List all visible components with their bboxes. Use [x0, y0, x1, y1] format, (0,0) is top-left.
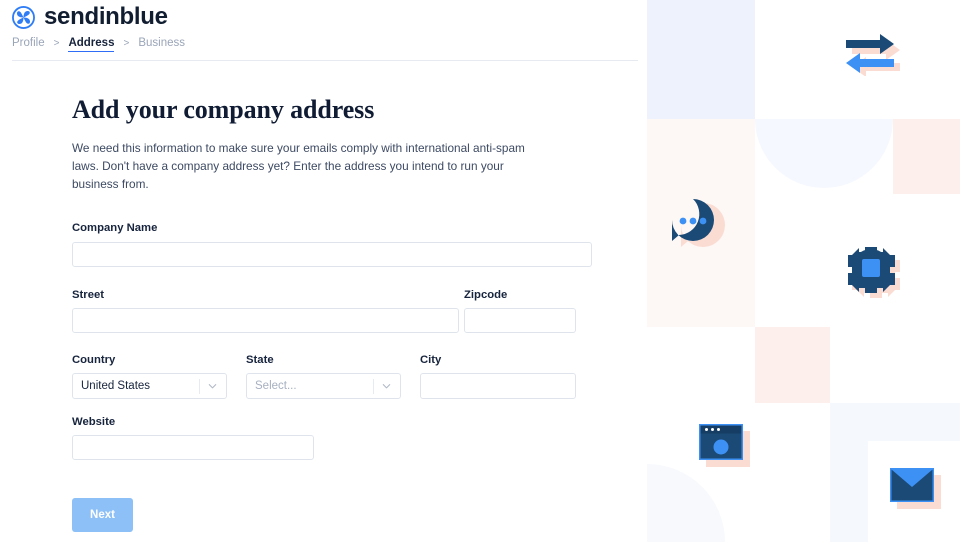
- street-label: Street: [72, 288, 105, 301]
- page-subtitle: We need this information to make sure yo…: [72, 140, 525, 192]
- breadcrumb-separator: >: [123, 38, 130, 49]
- country-label: Country: [72, 353, 116, 366]
- field-group-city: City: [420, 353, 576, 400]
- city-label: City: [420, 353, 442, 366]
- country-selected-value: United States: [81, 380, 151, 393]
- field-group-state: State Select...: [246, 353, 401, 400]
- browser-window-icon: [699, 424, 750, 467]
- page-title: Add your company address: [72, 95, 375, 124]
- address-form: Add your company address We need this in…: [72, 95, 592, 533]
- state-select[interactable]: Select...: [246, 373, 401, 400]
- field-group-zipcode: Zipcode: [464, 288, 576, 334]
- envelope-icon: [890, 468, 941, 509]
- chevron-down-icon: [382, 384, 391, 389]
- deco-square-pink-mid: [755, 327, 830, 403]
- zipcode-label: Zipcode: [464, 288, 508, 301]
- field-group-street: Street: [72, 288, 459, 334]
- deco-halfcircle-pale-blue: [755, 119, 893, 188]
- company-name-input[interactable]: [72, 241, 592, 267]
- chevron-down-icon: [208, 384, 217, 389]
- select-divider: [373, 379, 374, 395]
- state-label: State: [246, 353, 274, 366]
- field-group-country: Country United States: [72, 353, 227, 400]
- deco-quartercircle-pale-blue: [647, 464, 725, 542]
- arrows-exchange-icon: [846, 34, 900, 76]
- page-root: sendinblue Profile > Address > Business …: [0, 0, 960, 542]
- sendinblue-swirl-icon: [12, 5, 35, 29]
- select-divider: [199, 379, 200, 395]
- field-group-company-name: Company Name: [72, 222, 592, 267]
- header-divider: [12, 60, 638, 61]
- zipcode-input[interactable]: [464, 308, 576, 334]
- breadcrumb-item-business[interactable]: Business: [138, 37, 185, 49]
- website-label: Website: [72, 415, 116, 428]
- country-select[interactable]: United States: [72, 373, 227, 400]
- form-panel: sendinblue Profile > Address > Business …: [0, 0, 640, 542]
- chat-bubble-icon: [672, 199, 725, 247]
- street-input[interactable]: [72, 308, 459, 334]
- field-group-website: Website: [72, 415, 314, 461]
- brand-logo-row[interactable]: sendinblue: [12, 5, 168, 29]
- row-street-zipcode: Street Zipcode: [72, 288, 592, 338]
- breadcrumb-item-profile[interactable]: Profile: [12, 37, 45, 49]
- brand-name: sendinblue: [44, 3, 168, 30]
- company-name-label: Company Name: [72, 222, 158, 235]
- breadcrumb-separator: >: [53, 38, 60, 49]
- row-country-state-city: Country United States State Select... Ci…: [72, 353, 592, 405]
- gear-icon: [848, 247, 900, 298]
- deco-square-pale-blue: [647, 0, 755, 119]
- website-input[interactable]: [72, 435, 314, 461]
- decorative-panel: [640, 0, 960, 542]
- breadcrumb-item-address[interactable]: Address: [68, 37, 115, 52]
- deco-square-pink: [893, 119, 960, 194]
- city-input[interactable]: [420, 373, 576, 400]
- state-selected-value: Select...: [255, 380, 297, 393]
- next-button[interactable]: Next: [72, 498, 133, 533]
- breadcrumb: Profile > Address > Business: [12, 37, 185, 52]
